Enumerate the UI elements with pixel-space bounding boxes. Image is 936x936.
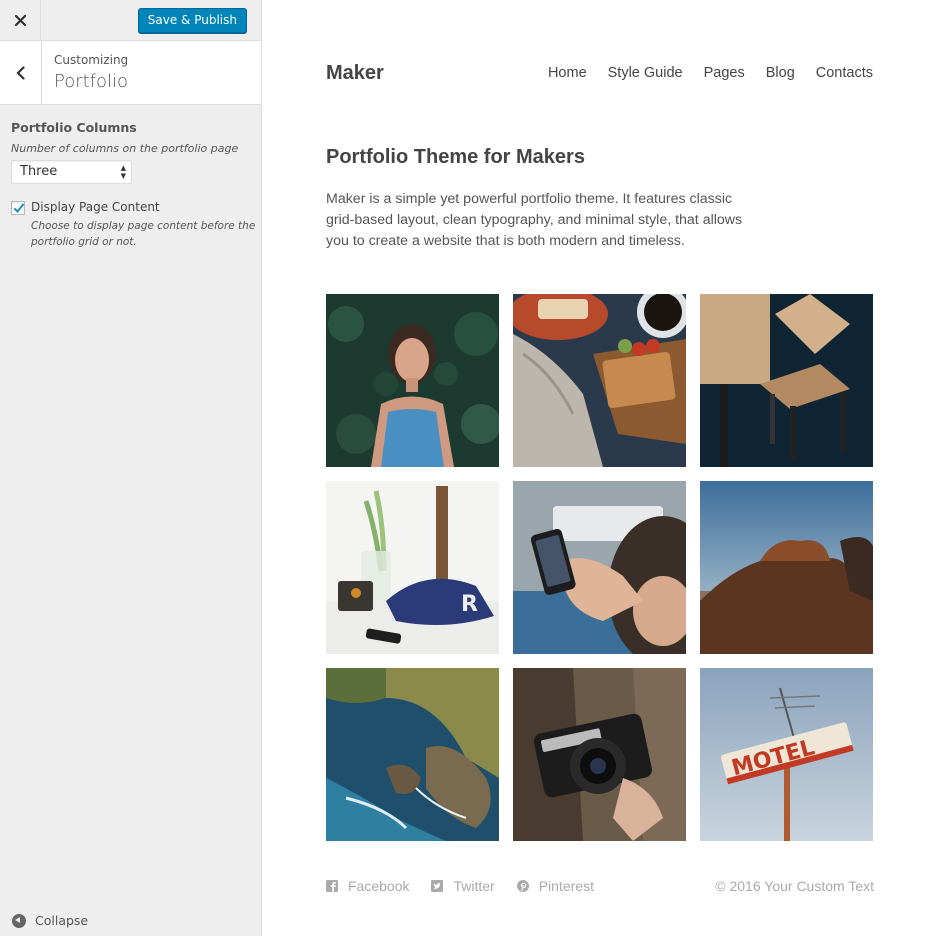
woman-in-leaves-photo[interactable] (326, 294, 499, 467)
motel-sign-photo[interactable]: MOTEL (700, 668, 873, 841)
portfolio-columns-description: Number of columns on the portfolio page (11, 142, 239, 155)
customizer-sidebar: Save & Publish Customizing Portfolio Por… (0, 0, 262, 936)
portfolio-controls: Portfolio Columns Number of columns on t… (11, 120, 255, 250)
nav-item-contacts[interactable]: Contacts (816, 65, 873, 81)
close-icon (14, 14, 26, 26)
section-title: Portfolio (54, 71, 129, 92)
twitter-link[interactable]: Twitter (431, 878, 495, 894)
collapse-label: Collapse (35, 913, 89, 928)
display-page-content-label: Display Page Content (31, 200, 160, 214)
nav-item-home[interactable]: Home (548, 65, 587, 81)
page-intro: Maker is a simple yet powerful portfolio… (326, 191, 743, 249)
back-button[interactable] (0, 41, 42, 104)
pinterest-label: Pinterest (538, 878, 594, 894)
person-with-phone-photo[interactable] (513, 481, 686, 654)
pinterest-link[interactable]: Pinterest (516, 878, 594, 894)
breadcrumb: Customizing (54, 53, 129, 67)
nav-item-pages[interactable]: Pages (704, 65, 745, 81)
facebook-icon (326, 880, 338, 892)
save-publish-button[interactable]: Save & Publish (137, 8, 247, 33)
chevron-left-icon (16, 65, 25, 80)
facebook-link[interactable]: Facebook (326, 878, 409, 894)
display-page-content-description: Choose to display page content before th… (31, 220, 256, 248)
select-arrows-icon: ▲ ▼ (120, 164, 126, 180)
display-page-content-control: Display Page Content Choose to display p… (11, 200, 255, 250)
customizer-header: Save & Publish (0, 0, 261, 41)
twitter-label: Twitter (453, 878, 495, 894)
social-links: Facebook Twitter Pinterest (326, 878, 594, 894)
horse-on-beach-photo[interactable] (700, 481, 873, 654)
toast-and-coffee-photo[interactable] (513, 294, 686, 467)
desk-with-cap-photo[interactable]: R (326, 481, 499, 654)
svg-text:R: R (461, 592, 478, 617)
collapse-button[interactable]: Collapse (12, 913, 88, 928)
section-header: Customizing Portfolio (0, 41, 261, 105)
page-title: Portfolio Theme for Makers (326, 146, 585, 168)
main-nav: Home Style Guide Pages Blog Contacts (548, 65, 873, 81)
site-preview: Maker Home Style Guide Pages Blog Contac… (263, 0, 936, 936)
collapse-icon (12, 913, 26, 928)
portfolio-columns-title: Portfolio Columns (11, 120, 137, 135)
display-page-content-checkbox[interactable] (11, 201, 25, 215)
portfolio-columns-select[interactable]: Three ▲ ▼ (11, 160, 132, 184)
site-title[interactable]: Maker (326, 62, 384, 85)
twitter-icon (431, 880, 444, 892)
nav-item-style-guide[interactable]: Style Guide (608, 65, 683, 81)
checkmark-icon (13, 203, 25, 213)
nav-item-blog[interactable]: Blog (766, 65, 795, 81)
footer-copyright: © 2016 Your Custom Text (715, 878, 874, 894)
portfolio-columns-value: Three (20, 164, 58, 179)
site-footer: Facebook Twitter Pinterest © 2016 Your C… (326, 878, 874, 898)
vintage-camera-photo[interactable] (513, 668, 686, 841)
close-button[interactable] (0, 0, 41, 40)
wooden-table-chair-photo[interactable] (700, 294, 873, 467)
coastal-cliffs-photo[interactable] (326, 668, 499, 841)
facebook-label: Facebook (348, 878, 410, 894)
pinterest-icon (516, 880, 529, 892)
portfolio-grid: R MOTEL (326, 294, 874, 841)
